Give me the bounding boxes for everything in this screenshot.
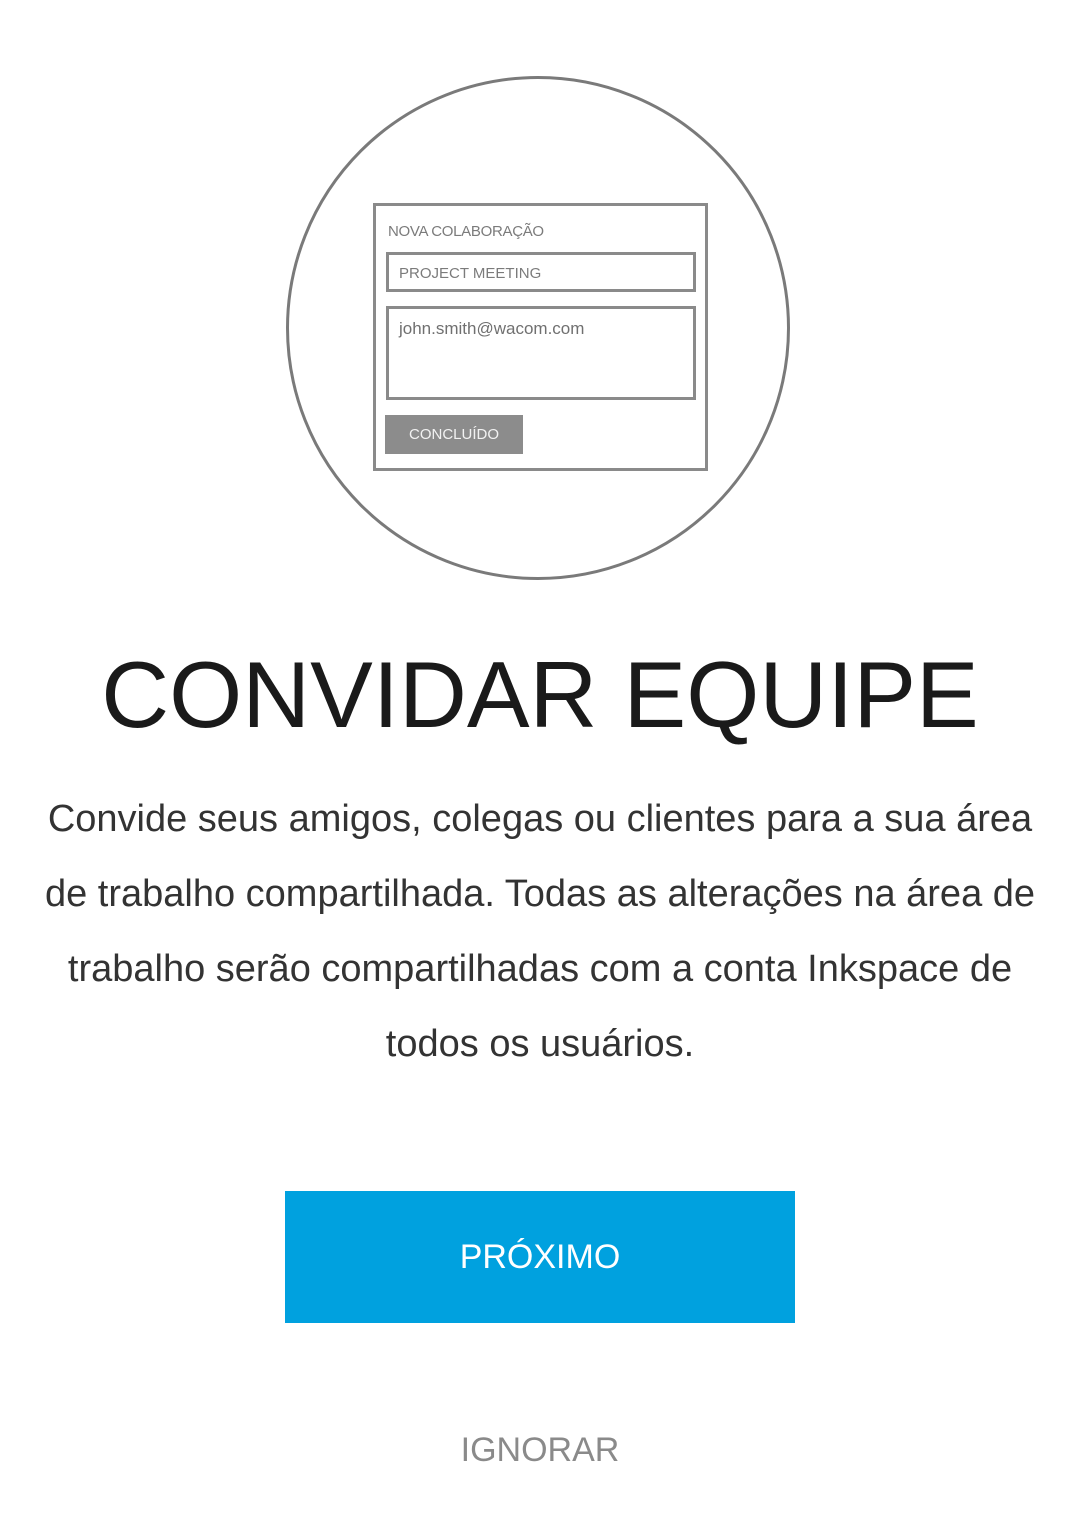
done-button-text: CONCLUÍDO [408,426,499,443]
invite-illustration: NOVA COLABORAÇÃO PROJECT MEETING john.sm… [286,76,790,580]
done-button-illustration: CONCLUÍDO [385,415,523,454]
skip-link[interactable]: IGNORAR [390,1420,690,1480]
next-button[interactable]: PRÓXIMO [285,1191,795,1323]
page-title: CONVIDAR EQUIPE [101,642,979,747]
email-field-illustration: john.smith@wacom.com [386,306,696,400]
next-button-label: PRÓXIMO [459,1238,621,1276]
description-text: Convide seus amigos, colegas ou clientes… [44,798,1036,1065]
subject-field-illustration: PROJECT MEETING [386,252,696,292]
subject-field-text: PROJECT MEETING [399,265,542,282]
collaboration-card-illustration: NOVA COLABORAÇÃO PROJECT MEETING john.sm… [373,203,708,471]
email-field-text: john.smith@wacom.com [399,319,585,338]
card-title: NOVA COLABORAÇÃO [388,223,544,240]
